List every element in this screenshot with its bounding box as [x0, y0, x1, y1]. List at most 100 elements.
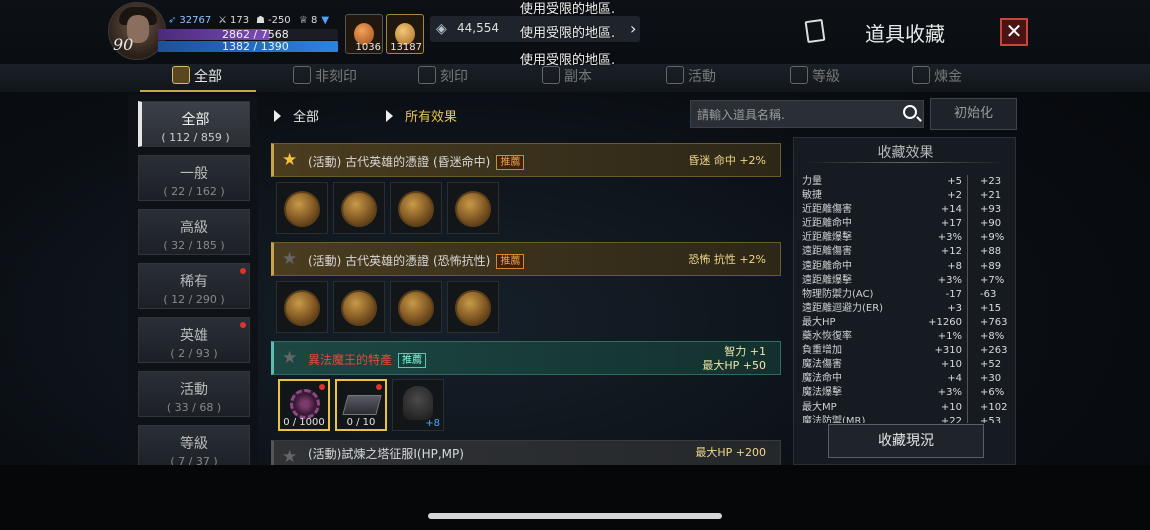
effect-stat-name: 遠距離命中	[802, 260, 852, 272]
effect-value-a: +1260	[928, 316, 962, 328]
collection-item-slot[interactable]: +8	[392, 379, 444, 431]
flask-icon	[912, 66, 930, 84]
effect-value-a: +1%	[937, 331, 962, 343]
divider	[804, 162, 1007, 163]
collection-set-header[interactable]: ★ (活動) 古代英雄的憑證 (昏迷命中) 推薦 昏迷 命中 +2%	[271, 143, 781, 177]
effect-value-a: -17	[945, 288, 962, 300]
collection-set-header[interactable]: ★ 異法魔王的特產 推薦 智力 +1 最大HP +50	[271, 341, 781, 375]
collection-item-slot[interactable]	[390, 281, 442, 333]
effect-value-a: +22	[940, 415, 962, 423]
effect-row: 遠距離傷害 +12 +88	[802, 245, 1010, 259]
sidebar-item-normal[interactable]: 一般( 22 / 162 )	[138, 155, 250, 201]
effect-stat-name: 魔法命中	[802, 373, 842, 385]
collection-item-slot[interactable]	[333, 281, 385, 333]
collection-item-slot[interactable]	[390, 182, 442, 234]
effect-stat-name: 近距離命中	[802, 218, 852, 230]
window-title: 道具收藏	[865, 22, 945, 46]
sidebar-item-hero[interactable]: 英雄( 2 / 93 )	[138, 317, 250, 363]
tab-non-engraved[interactable]: 非刻印	[293, 64, 357, 92]
effect-row: 最大HP +1260 +763	[802, 316, 1010, 330]
effect-value-a: +310	[934, 345, 962, 357]
search-input[interactable]	[697, 106, 887, 123]
effect-stat-name: 力量	[802, 176, 822, 187]
tab-level[interactable]: 等級	[790, 64, 840, 92]
set-name: (活動) 古代英雄的憑證 (昏迷命中)	[308, 155, 491, 169]
food-slot[interactable]: 13187	[386, 14, 424, 54]
effect-row: 魔法命中 +4 +30	[802, 372, 1010, 386]
effect-value-a: +10	[940, 359, 962, 371]
star-icon[interactable]: ★	[282, 150, 297, 170]
star-icon[interactable]: ★	[282, 348, 297, 368]
collection-item-slot[interactable]	[276, 182, 328, 234]
collection-item-slot[interactable]: 0 / 1000	[278, 379, 330, 431]
reset-button[interactable]: 初始化	[930, 98, 1017, 130]
collection-item-slot[interactable]	[276, 281, 328, 333]
star-icon[interactable]: ★	[282, 447, 297, 465]
sidebar-item-rare[interactable]: 稀有( 12 / 290 )	[138, 263, 250, 309]
effect-value-b: +89	[980, 260, 1002, 272]
player-level: 90	[113, 35, 134, 54]
set-name: (活動) 古代英雄的憑證 (恐怖抗性)	[308, 254, 491, 268]
close-button[interactable]: ✕	[1000, 18, 1028, 46]
effect-stat-name: 遠距離爆擊	[802, 274, 852, 286]
sidebar-item-all[interactable]: 全部( 112 / 859 )	[138, 101, 250, 147]
effect-stat-name: 藥水恢復率	[802, 331, 852, 343]
effect-value-b: +263	[980, 345, 1008, 357]
collection-item-slot[interactable]	[447, 281, 499, 333]
effects-stat-list[interactable]: 力量 +5 +23 敏捷 +2 +21 近距離傷害 +14 +93 近距離命中 +17 +90 近距離爆…	[802, 175, 1010, 423]
rune-icon	[293, 66, 311, 84]
set-effect: 恐怖 抗性 +2%	[688, 253, 766, 266]
notification-dot	[319, 384, 325, 390]
chevron-right-icon[interactable]: ›	[630, 19, 636, 38]
tab-alchemy[interactable]: 煉金	[912, 64, 962, 92]
effect-value-b: +21	[980, 190, 1002, 202]
collection-set-header[interactable]: ★ (活動) 古代英雄的憑證 (恐怖抗性) 推薦 恐怖 抗性 +2%	[271, 242, 781, 276]
notification-dot	[240, 322, 246, 328]
mp-text: 1382 / 1390	[222, 40, 289, 53]
helmet-icon: ☗	[256, 15, 265, 26]
collection-item-slot[interactable]: 0 / 10	[335, 379, 387, 431]
tab-all[interactable]: 全部	[172, 64, 222, 92]
effect-stat-name: 物理防禦力(AC)	[802, 288, 874, 300]
tab-engraved[interactable]: 刻印	[418, 64, 468, 92]
plate-item-icon	[342, 395, 382, 415]
effect-stat-name: 最大HP	[802, 316, 836, 328]
stat-b: ⚔ 173	[218, 15, 250, 26]
sidebar-item-event[interactable]: 活動( 33 / 68 )	[138, 371, 250, 417]
coin-icon	[341, 191, 377, 227]
set-effect: 昏迷 命中 +2%	[688, 154, 766, 167]
sidebar-item-level[interactable]: 等級( 7 / 37 )	[138, 425, 250, 465]
home-indicator[interactable]	[428, 513, 722, 519]
collection-list[interactable]: ★ (活動) 古代英雄的憑證 (昏迷命中) 推薦 昏迷 命中 +2% ★ (活動)…	[266, 138, 786, 465]
tab-dungeon[interactable]: 副本	[542, 64, 592, 92]
search-icon[interactable]	[903, 105, 917, 119]
effect-row: 近距離傷害 +14 +93	[802, 203, 1010, 217]
triangle-right-icon	[386, 110, 393, 122]
set-effect: 最大HP +50	[702, 359, 766, 372]
tab-event[interactable]: 活動	[666, 64, 716, 92]
collection-effects-panel: 收藏效果 力量 +5 +23 敏捷 +2 +21 近距離傷害 +14 +93 近距離命中 +17 +9…	[793, 137, 1016, 465]
category-tabs: 全部 非刻印 刻印 副本 活動 等級 煉金	[0, 64, 1150, 92]
recommend-badge: 推薦	[398, 353, 427, 368]
stat-c: ☗ -250	[256, 15, 291, 26]
rune-icon	[418, 66, 436, 84]
coin-icon	[341, 290, 377, 326]
sidebar-item-advanced[interactable]: 高級( 32 / 185 )	[138, 209, 250, 255]
collection-item-slot[interactable]	[333, 182, 385, 234]
effect-row: 敏捷 +2 +21	[802, 189, 1010, 203]
effect-stat-name: 近距離爆擊	[802, 232, 852, 244]
category-filter[interactable]: 全部	[274, 106, 319, 125]
coin-icon	[398, 290, 434, 326]
star-icon[interactable]: ★	[282, 249, 297, 269]
collection-set-header[interactable]: ★ (活動)試煉之塔征服I(HP,MP) 最大HP +200	[271, 440, 781, 465]
collection-item-slot[interactable]	[447, 182, 499, 234]
effect-stat-name: 負重增加	[802, 345, 842, 357]
effect-stat-name: 魔法傷害	[802, 359, 842, 371]
collection-book-icon	[804, 18, 826, 44]
effect-filter[interactable]: 所有效果	[386, 106, 457, 125]
collection-status-button[interactable]: 收藏現況	[828, 424, 984, 458]
effect-row: 力量 +5 +23	[802, 175, 1010, 189]
effect-value-b: +8%	[980, 331, 1005, 343]
effect-value-a: +5	[947, 176, 962, 187]
potion-slot[interactable]: 1036	[345, 14, 383, 54]
